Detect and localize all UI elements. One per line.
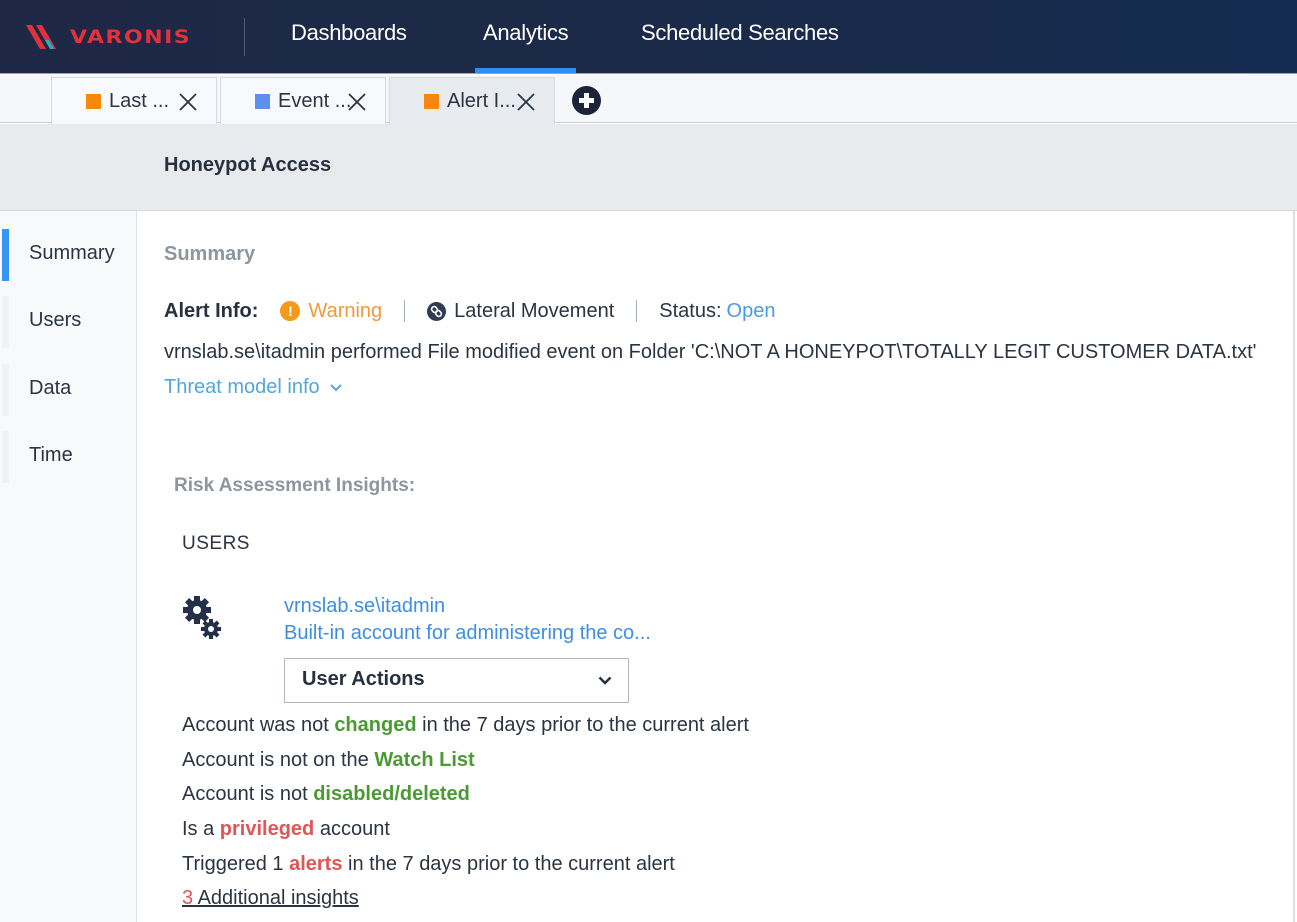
severity-value: Warning [308, 299, 383, 322]
status-label: Status: [659, 299, 722, 322]
sidebar-item-users[interactable]: Users [0, 296, 136, 350]
indicator [2, 364, 9, 416]
insight-text: account [314, 818, 390, 841]
insight-text: Is a [182, 818, 220, 841]
alert-header: Honeypot Access [0, 124, 1297, 211]
insight-highlight: disabled/deleted [313, 783, 470, 806]
insight-highlight: Watch List [374, 748, 475, 771]
side-navigation: Summary Users Data Time [0, 211, 137, 922]
insight-highlight: privileged [219, 818, 315, 841]
tab-label: Last ... [109, 89, 170, 112]
alert-description: vrnslab.se\itadmin performed File modifi… [164, 341, 1257, 363]
sidebar-item-summary[interactable]: Summary [0, 229, 136, 283]
tab-label: Alert I... [447, 90, 516, 112]
brand-name: VARONIS [70, 26, 192, 48]
user-name-link[interactable]: vrnslab.se\itadmin [284, 595, 445, 618]
insight-highlight: changed [334, 714, 417, 736]
active-indicator [2, 229, 9, 281]
tab-color-marker [424, 94, 439, 109]
sidebar-item-data[interactable]: Data [0, 364, 136, 418]
close-icon[interactable] [178, 92, 198, 112]
alert-info-label: Alert Info: [164, 299, 259, 322]
alert-title: Honeypot Access [164, 154, 332, 176]
nav-dashboards[interactable]: Dashboards [291, 20, 407, 54]
additional-insights-link[interactable]: 3 Additional insights [182, 887, 359, 909]
user-actions-label: User Actions [302, 668, 425, 690]
insight-item: Account was not changed in the 7 days pr… [182, 708, 749, 743]
close-icon[interactable] [516, 92, 536, 112]
sidebar-item-label: Data [29, 377, 72, 399]
exclamation-circle-icon: ! [280, 301, 301, 321]
divider [636, 300, 638, 322]
user-description: Built-in account for administering the c… [284, 622, 651, 644]
insight-item: 3 Additional insights [182, 881, 749, 916]
insight-item: Account is not on the Watch List [182, 743, 749, 778]
tab-event[interactable]: Event ... [220, 77, 386, 124]
indicator [2, 431, 9, 483]
gears-icon [181, 594, 225, 642]
insight-item: Triggered 1 alerts in the 7 days prior t… [182, 847, 749, 882]
insight-text: Account is not [182, 783, 314, 806]
section-title: Summary [164, 243, 256, 265]
insight-item: Account is not disabled/deleted [182, 777, 749, 812]
divider [404, 300, 406, 322]
additional-insights-label: Additional insights [193, 887, 359, 910]
sidebar-item-label: Summary [29, 242, 115, 264]
insight-text: Account was not [182, 714, 335, 736]
summary-panel: Summary Alert Info: ! Warning Lateral Mo… [137, 211, 1295, 922]
alert-info-row: Alert Info: ! Warning Lateral Movement S… [164, 298, 775, 324]
insight-item: Is a privileged account [182, 812, 749, 847]
insights-list: Account was not changed in the 7 days pr… [182, 708, 749, 916]
threat-model-info-toggle[interactable]: Threat model info [164, 376, 342, 399]
risk-assessment-title: Risk Assessment Insights: [174, 475, 416, 496]
insight-text: in the 7 days prior to the current alert [342, 852, 675, 875]
link-icon [427, 301, 447, 321]
threat-model-info-label: Threat model info [164, 376, 320, 398]
top-navigation-bar: VARONIS Dashboards Analytics Scheduled S… [0, 0, 1297, 74]
sidebar-item-time[interactable]: Time [0, 431, 136, 485]
tab-label: Event ... [278, 89, 352, 112]
indicator [2, 296, 9, 348]
nav-analytics[interactable]: Analytics [474, 20, 577, 73]
add-tab-button[interactable] [572, 86, 601, 115]
tab-last[interactable]: Last ... [51, 77, 217, 124]
tab-bar: Last ... Event ... Alert I... [0, 75, 1297, 125]
tab-color-marker [86, 93, 101, 109]
user-actions-dropdown[interactable]: User Actions [284, 658, 629, 703]
tab-alert[interactable]: Alert I... [389, 77, 555, 125]
insight-highlight: alerts [289, 852, 343, 875]
tab-color-marker [255, 93, 270, 109]
insight-text: in the 7 days prior to the current alert [416, 714, 749, 736]
varonis-logo[interactable]: VARONIS [24, 22, 191, 52]
sidebar-item-label: Time [29, 444, 73, 466]
varonis-logo-mark-icon [26, 25, 56, 49]
insight-text: Account is not on the [182, 748, 375, 771]
additional-insights-count: 3 [182, 887, 194, 910]
category-value: Lateral Movement [454, 299, 615, 322]
users-section-label: USERS [182, 533, 250, 554]
chevron-down-icon [329, 383, 342, 391]
nav-divider [244, 18, 245, 56]
sidebar-item-label: Users [29, 309, 82, 331]
status-value[interactable]: Open [727, 300, 776, 323]
nav-scheduled-searches[interactable]: Scheduled Searches [641, 20, 839, 54]
chevron-down-icon [598, 676, 612, 685]
insight-text: Triggered 1 [182, 852, 290, 875]
close-icon[interactable] [347, 92, 367, 112]
